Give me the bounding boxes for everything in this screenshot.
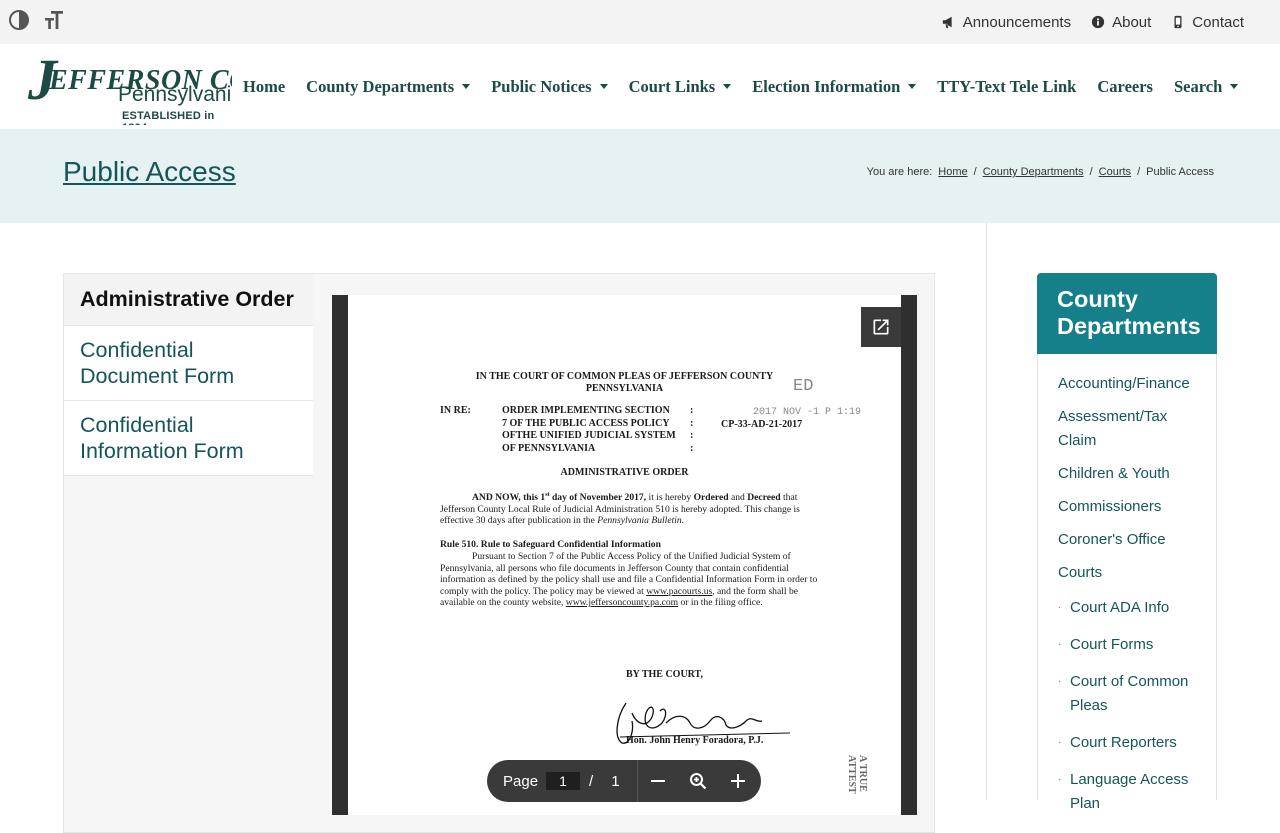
- sidebar-item-courts[interactable]: Courts: [1038, 561, 1216, 585]
- doc-by-the-court: BY THE COURT,: [626, 669, 703, 680]
- doc-court-heading: IN THE COURT OF COMMON PLEAS OF JEFFERSO…: [475, 371, 774, 394]
- bullet: ·: [1058, 602, 1062, 613]
- sidebar-item-assessment-tax-claim[interactable]: Assessment/Tax Claim: [1038, 405, 1216, 453]
- contact-link[interactable]: Contact: [1171, 14, 1244, 31]
- sidebar-subitem-court-of-common-pleas[interactable]: · Court of Common Pleas: [1038, 670, 1216, 718]
- caret-down-icon: [908, 84, 917, 89]
- logo-state: Pennsylvania: [118, 83, 232, 106]
- nav-search[interactable]: Search: [1174, 77, 1239, 97]
- breadcrumb-separator: /: [973, 166, 977, 178]
- page-label: Page: [503, 772, 539, 790]
- title-band: Public Access You are here: Home / Count…: [0, 129, 1280, 223]
- doc-paragraph-2: Pursuant to Section 7 of the Public Acce…: [440, 551, 818, 609]
- open-in-new-icon: [873, 319, 889, 335]
- zoom-icon: [689, 773, 706, 790]
- nav-election-information[interactable]: Election Information: [752, 77, 917, 97]
- doc-order-title: ORDER IMPLEMENTING SECTION 7 OF THE PUBL…: [502, 405, 676, 454]
- doc-admin-heading: ADMINISTRATIVE ORDER: [560, 467, 689, 478]
- doc-rule-heading: Rule 510. Rule to Safeguard Confidential…: [440, 539, 661, 550]
- doc-case-number: CP-33-AD-21-2017: [721, 419, 803, 430]
- document-tabs-panel: Administrative Order Confidential Docume…: [63, 273, 935, 833]
- pdf-page: IN THE COURT OF COMMON PLEAS OF JEFFERSO…: [348, 295, 901, 815]
- site-logo[interactable]: JEFFERSON CO Pennsylvania ESTABLISHED in…: [26, 51, 232, 125]
- phone-icon: [1174, 15, 1182, 29]
- breadcrumb-current: Public Access: [1146, 166, 1214, 178]
- zoom-in-button[interactable]: [718, 760, 758, 802]
- doc-judge-name: Hon. John Henry Foradora, P.J.: [626, 735, 764, 746]
- breadcrumb-separator: /: [1089, 166, 1093, 178]
- about-link[interactable]: About: [1091, 14, 1151, 31]
- doc-side-stamp: A TRUE ATTEST: [846, 755, 868, 794]
- pdf-toolbar: Page 1 / 1: [487, 760, 761, 802]
- minus-icon: [650, 780, 665, 782]
- tab-confidential-document-form[interactable]: Confidential Document Form: [64, 326, 313, 401]
- breadcrumb-courts[interactable]: Courts: [1099, 166, 1131, 178]
- doc-colons: : : : :: [690, 405, 694, 454]
- utility-bar: Announcements About Contact: [0, 0, 1280, 44]
- page-separator: /: [589, 772, 594, 790]
- caret-down-icon: [599, 84, 608, 89]
- nav-careers[interactable]: Careers: [1097, 77, 1153, 97]
- caret-down-icon: [462, 84, 471, 89]
- site-header: JEFFERSON CO Pennsylvania ESTABLISHED in…: [0, 44, 1280, 129]
- utility-links: Announcements About Contact: [942, 0, 1244, 44]
- announcements-link[interactable]: Announcements: [942, 14, 1071, 31]
- page-title[interactable]: Public Access: [63, 156, 236, 188]
- bullet: ·: [1058, 737, 1062, 748]
- sidebar-subitem-language-access-plan[interactable]: · Language Access Plan: [1038, 768, 1216, 816]
- caret-down-icon: [723, 84, 732, 89]
- breadcrumb: You are here: Home / County Departments …: [867, 166, 1214, 178]
- announcements-label: Announcements: [962, 13, 1072, 31]
- contrast-icon[interactable]: [7, 8, 31, 32]
- open-in-new-button[interactable]: [861, 307, 901, 347]
- tab-administrative-order[interactable]: Administrative Order: [64, 274, 313, 326]
- bullet: ·: [1058, 774, 1062, 785]
- breadcrumb-separator: /: [1137, 166, 1141, 178]
- nav-tty-text-tele-link[interactable]: TTY-Text Tele Link: [937, 77, 1076, 97]
- plus-icon: [730, 774, 745, 788]
- logo-established: ESTABLISHED in 1804: [122, 110, 215, 125]
- zoom-reset-button[interactable]: [678, 760, 718, 802]
- breadcrumb-county-departments[interactable]: County Departments: [983, 166, 1084, 178]
- column-divider: [986, 223, 987, 800]
- sidebar-item-children-youth[interactable]: Children & Youth: [1038, 462, 1216, 486]
- zoom-out-button[interactable]: [638, 760, 678, 802]
- about-label: About: [1112, 13, 1152, 31]
- doc-filed-stamp: ED: [793, 377, 814, 396]
- breadcrumb-label: You are here:: [866, 166, 933, 178]
- sidebar-menu: Accounting/Finance Assessment/Tax Claim …: [1037, 354, 1217, 812]
- nav-court-links[interactable]: Court Links: [629, 77, 732, 97]
- tab-confidential-information-form[interactable]: Confidential Information Form: [64, 401, 313, 476]
- nav-home[interactable]: Home: [243, 77, 285, 97]
- sidebar-subitem-court-forms[interactable]: · Court Forms: [1038, 633, 1216, 657]
- breadcrumb-home[interactable]: Home: [938, 166, 967, 178]
- page-number-input[interactable]: 1: [546, 772, 581, 790]
- sidebar-item-accounting-finance[interactable]: Accounting/Finance: [1038, 372, 1216, 396]
- megaphone-icon: [942, 16, 952, 29]
- contact-label: Contact: [1192, 13, 1244, 31]
- doc-in-re: IN RE:: [440, 405, 471, 416]
- page-total: 1: [611, 772, 620, 790]
- main-nav: Home County Departments Public Notices C…: [243, 44, 1259, 129]
- sidebar-subitem-court-ada-info[interactable]: · Court ADA Info: [1038, 596, 1216, 620]
- doc-paragraph-1: AND NOW, this 1st day of November 2017, …: [440, 492, 800, 527]
- document-tab-list: Administrative Order Confidential Docume…: [64, 274, 313, 476]
- nav-public-notices[interactable]: Public Notices: [491, 77, 608, 97]
- sidebar-heading: County Departments: [1037, 273, 1217, 354]
- text-size-icon[interactable]: [42, 8, 66, 32]
- sidebar-item-coroners-office[interactable]: Coroner's Office: [1038, 528, 1216, 552]
- pdf-viewer[interactable]: IN THE COURT OF COMMON PLEAS OF JEFFERSO…: [332, 295, 917, 815]
- doc-link-pacourts: www.pacourts.us: [646, 585, 713, 597]
- doc-stamp-date: 2017 NOV -1 P 1:19: [753, 407, 862, 418]
- info-icon: [1091, 15, 1105, 29]
- doc-link-county-website: www.jeffersoncounty.pa.com: [565, 597, 679, 609]
- sidebar-item-commissioners[interactable]: Commissioners: [1038, 495, 1216, 519]
- caret-down-icon: [1230, 84, 1239, 89]
- bullet: ·: [1058, 639, 1062, 650]
- bullet: ·: [1058, 676, 1062, 687]
- sidebar-subitem-court-reporters[interactable]: · Court Reporters: [1038, 731, 1216, 755]
- nav-county-departments[interactable]: County Departments: [306, 77, 471, 97]
